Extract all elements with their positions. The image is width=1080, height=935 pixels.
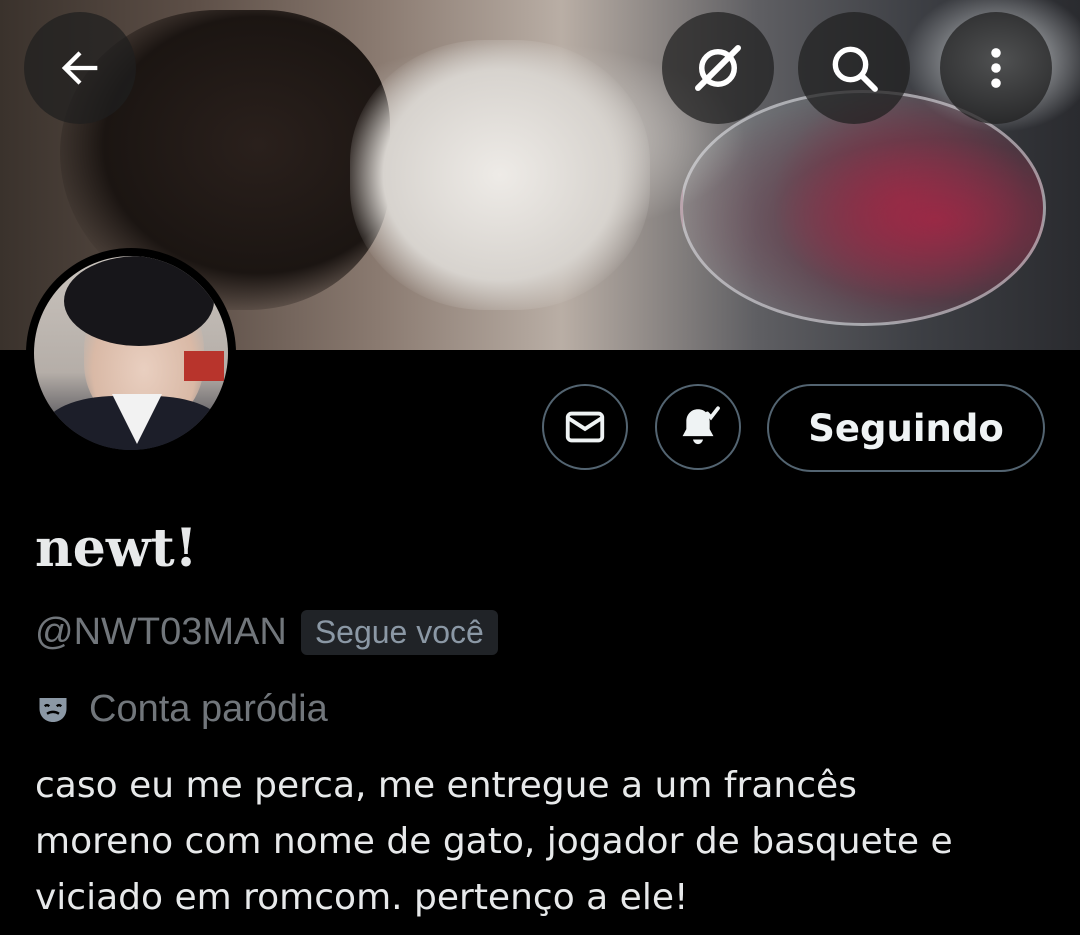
back-button[interactable] [24, 12, 136, 124]
envelope-icon [565, 411, 605, 443]
bio-line: viciado em romcom. pertenço a ele! [35, 877, 689, 918]
search-button[interactable] [798, 12, 910, 124]
parody-account-label[interactable]: Conta paródia [35, 688, 328, 731]
profile-display-name: newt! [35, 518, 198, 579]
following-button[interactable]: Seguindo [767, 384, 1045, 472]
banner-photo-shirt [350, 40, 650, 310]
profile-handle: @NWT03MAN [35, 611, 287, 653]
profile-bio: caso eu me perca, me entregue a um franc… [35, 758, 1045, 926]
more-options-button[interactable] [940, 12, 1052, 124]
banner-photo-glass [680, 90, 1046, 326]
parody-account-text: Conta paródia [89, 688, 328, 730]
bio-line: moreno com nome de gato, jogador de basq… [35, 821, 953, 862]
bio-line: caso eu me perca, me entregue a um franc… [35, 765, 857, 806]
handle-row: @NWT03MAN Segue você [35, 610, 498, 655]
search-icon [832, 46, 878, 92]
grok-slash-icon [695, 45, 741, 91]
follows-you-badge: Segue você [300, 610, 498, 655]
message-button[interactable] [542, 384, 628, 470]
bell-check-icon [682, 406, 720, 445]
more-vertical-icon [991, 48, 1001, 88]
grok-button[interactable] [662, 12, 774, 124]
avatar-photo [34, 256, 228, 450]
profile-avatar[interactable] [26, 248, 236, 458]
theater-mask-icon [39, 697, 67, 722]
arrow-left-icon [61, 51, 98, 85]
avatar-background-detail [184, 351, 224, 381]
avatar-hair [64, 256, 214, 346]
notifications-button[interactable] [655, 384, 741, 470]
